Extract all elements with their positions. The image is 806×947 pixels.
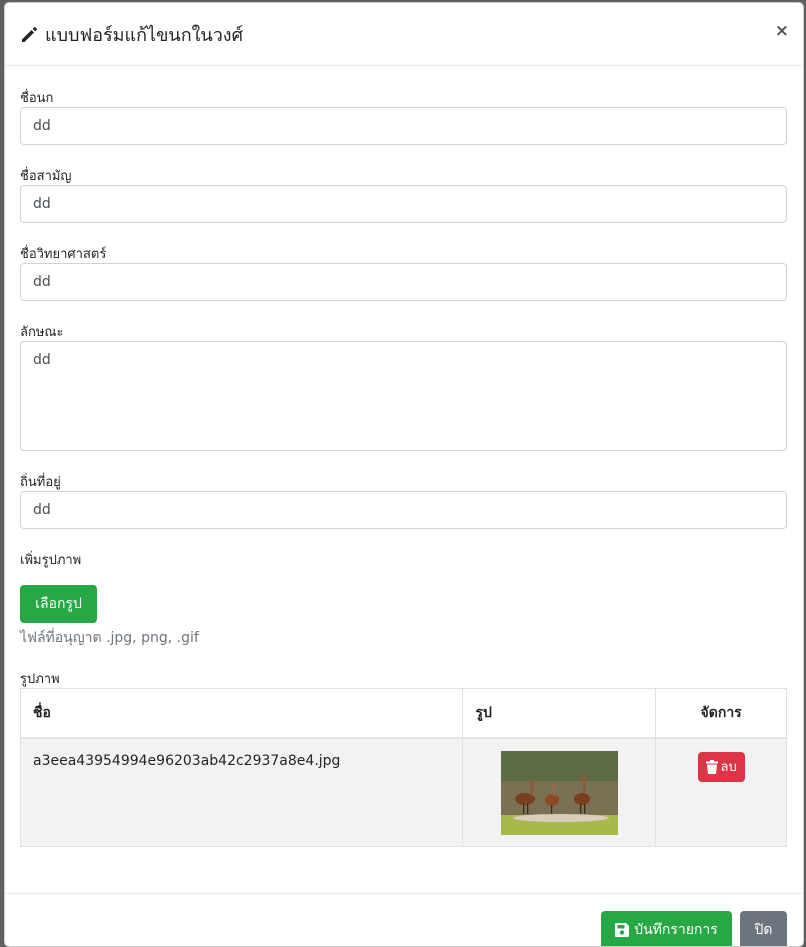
table-header-row: ชื่อ รูป จัดการ [19,688,787,739]
floppy-disk-icon [615,923,630,937]
add-image-label: เพิ่มรูปภาพ [20,553,82,568]
header-actions: จัดการ [655,688,787,739]
common-name-input[interactable]: dd [20,185,787,223]
table-row: a3eea43954994e96203ab42c2937a8e4.jpg ลบ [19,737,787,847]
scientific-name-input[interactable]: dd [20,263,787,301]
bird-name-label: ชื่อนก [20,91,54,106]
characteristics-textarea[interactable]: dd [20,341,787,451]
edit-bird-modal: แบบฟอร์มแก้ไขนกในวงศ์ × ชื่อนก dd ชื่อสา… [4,2,804,947]
save-label: บันทึกรายการ [634,922,718,938]
trash-icon [705,759,718,774]
characteristics-label: ลักษณะ [20,325,64,340]
actions-cell: ลบ [655,737,787,847]
images-table: ชื่อ รูป จัดการ a3eea43954994e96203ab42c… [19,688,787,847]
scientific-name-label: ชื่อวิทยาศาสตร์ [20,247,107,262]
bird-name-input[interactable]: dd [20,107,787,145]
common-name-label: ชื่อสามัญ [20,169,72,184]
habitat-label: ถิ่นที่อยู่ [20,475,61,490]
close-button[interactable]: ปิด [740,911,787,946]
delete-label: ลบ [720,760,737,775]
delete-image-button[interactable]: ลบ [697,751,745,782]
modal-header: แบบฟอร์มแก้ไขนกในวงศ์ × [5,3,803,66]
header-image: รูป [462,688,657,739]
bird-photo-thumbnail [500,750,618,835]
modal-title: แบบฟอร์มแก้ไขนกในวงศ์ [20,20,243,49]
modal-title-text: แบบฟอร์มแก้ไขนกในวงศ์ [45,24,244,46]
header-name: ชื่อ [19,688,464,739]
image-filename: a3eea43954994e96203ab42c2937a8e4.jpg [19,737,464,847]
modal-footer: บันทึกรายการ ปิด [5,893,803,946]
images-section-label: รูปภาพ [20,672,60,687]
allowed-files-hint: ไฟล์ที่อนุญาต .jpg, png, .gif [20,630,199,646]
pencil-icon [22,27,37,42]
close-icon[interactable]: × [775,23,789,40]
save-button[interactable]: บันทึกรายการ [601,911,732,946]
image-cell [462,737,657,847]
choose-image-button[interactable]: เลือกรูป [20,585,97,623]
habitat-input[interactable]: dd [20,491,787,529]
